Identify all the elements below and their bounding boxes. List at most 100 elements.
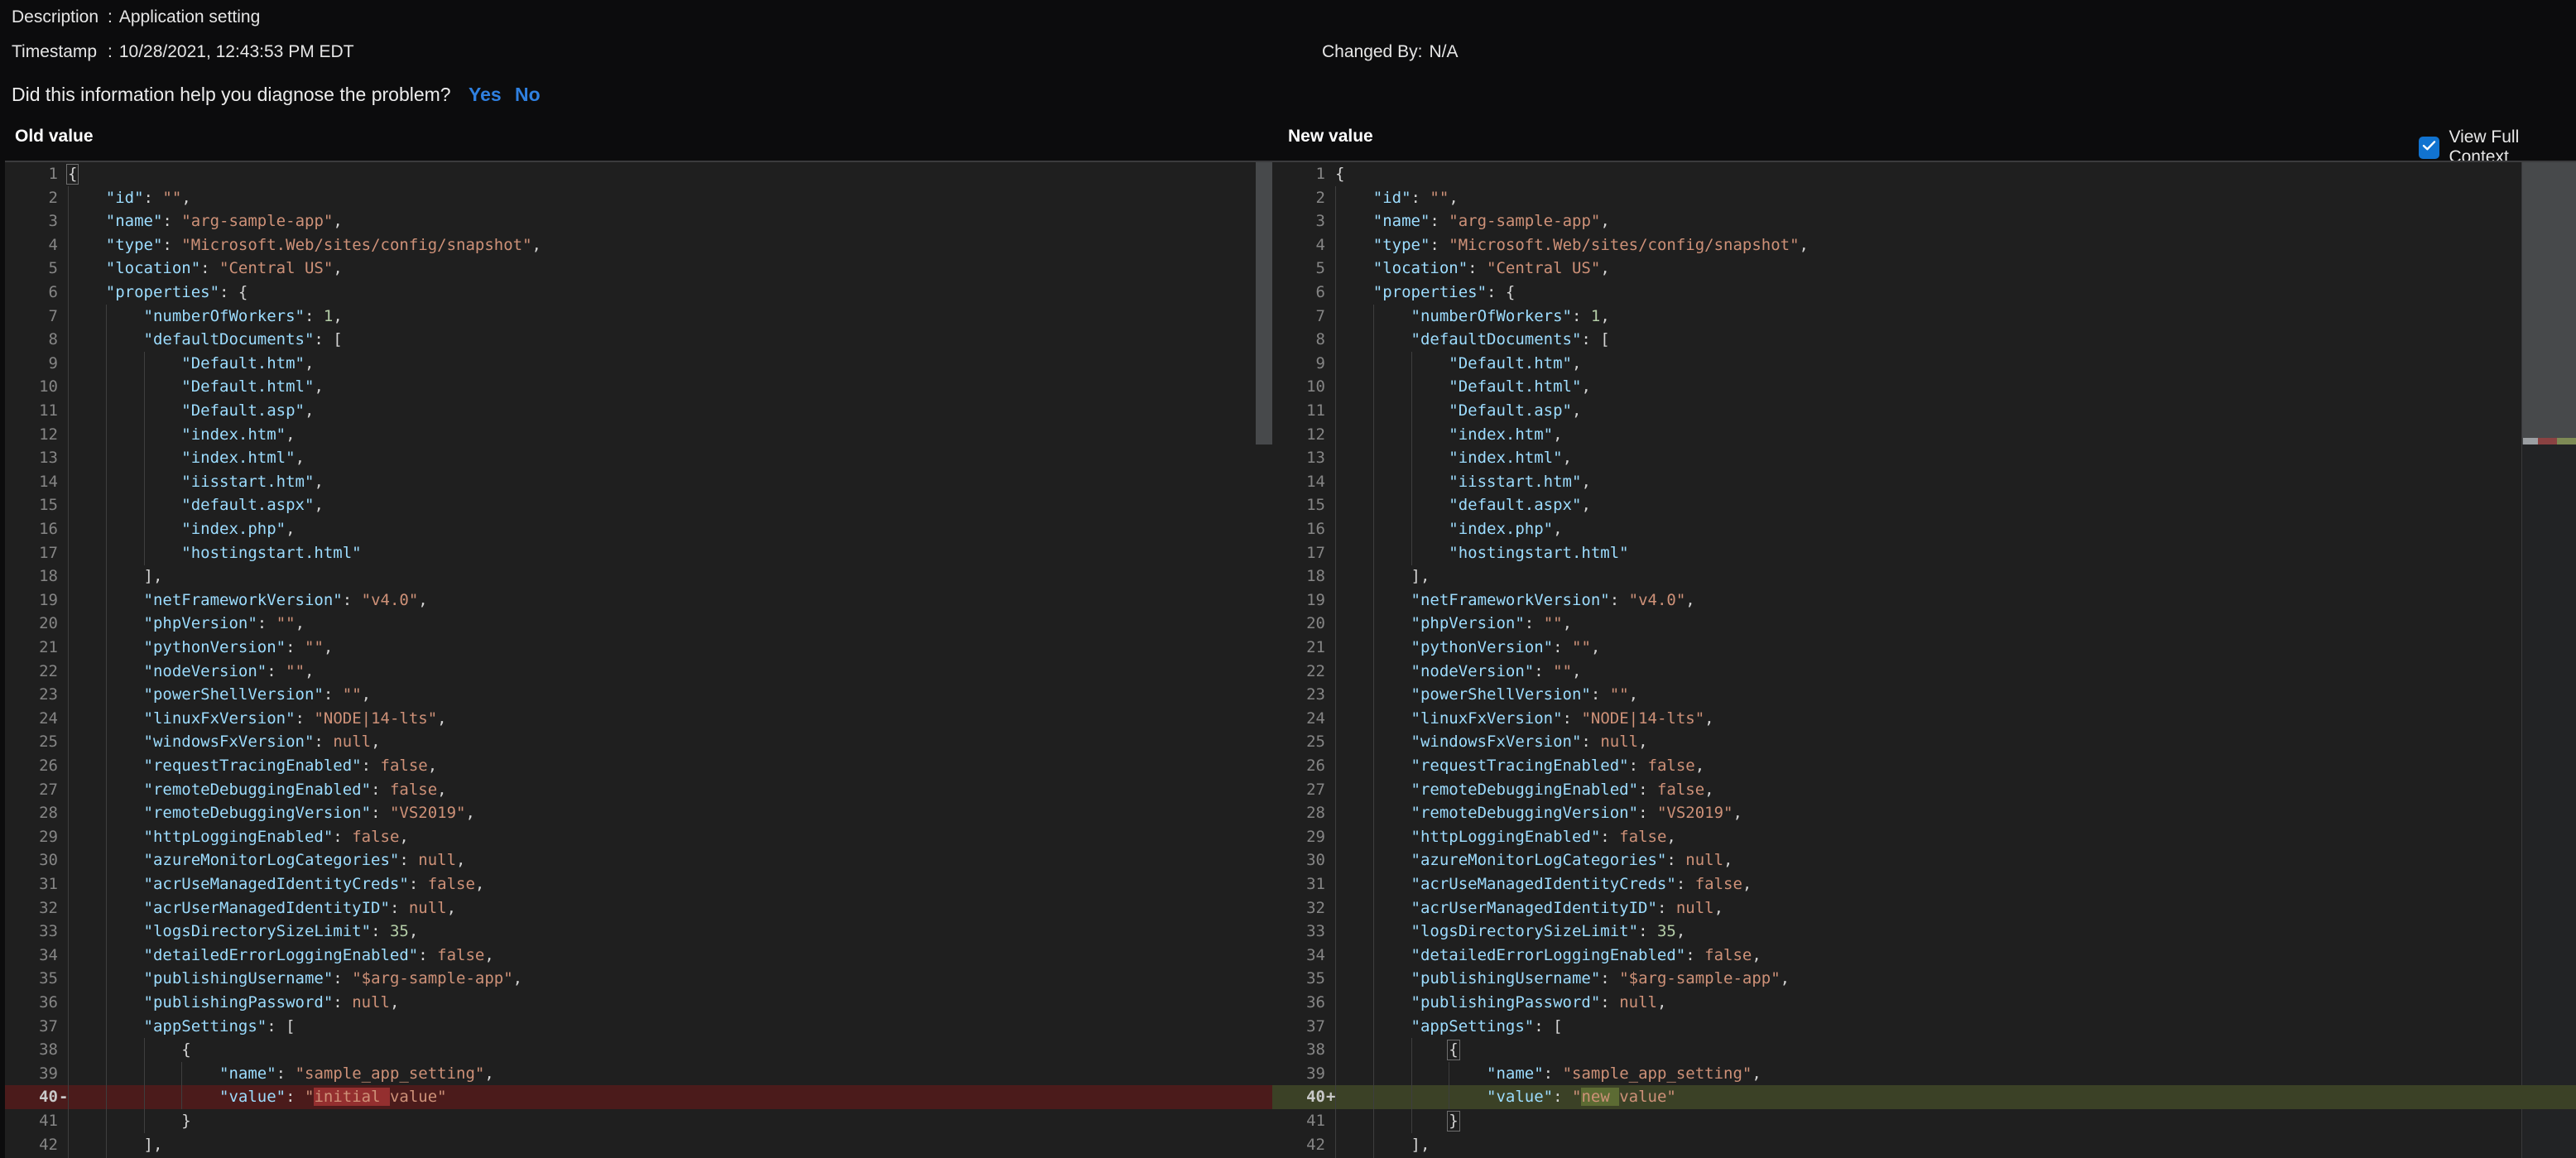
code-text: "properties": { — [1335, 281, 1515, 305]
code-text: "value": "new value" — [1335, 1085, 1676, 1109]
change-analysis-diff-view: { "meta": { "description": { "label": "D… — [0, 0, 2576, 1158]
code-line: 32 "acrUserManagedIdentityID": null, — [5, 896, 1272, 920]
line-number: 17 — [5, 541, 58, 565]
code-line: 24 "linuxFxVersion": "NODE|14-lts", — [1272, 707, 2576, 731]
code-text: "index.htm", — [68, 423, 296, 447]
removed-line-sign: - — [59, 1085, 68, 1109]
code-text: "defaultDocuments": [ — [1335, 328, 1610, 352]
code-line: 16 "index.php", — [5, 517, 1272, 541]
line-number: 29 — [5, 825, 58, 849]
line-number: 1 — [1272, 162, 1325, 186]
code-text: "location": "Central US", — [68, 257, 343, 281]
code-line: 16 "index.php", — [1272, 517, 2576, 541]
code-text: "nodeVersion": "", — [68, 660, 314, 684]
line-number: 5 — [5, 257, 58, 281]
code-line: 38 { — [1272, 1038, 2576, 1062]
line-number: 7 — [5, 305, 58, 329]
timestamp-value: 10/28/2021, 12:43:53 PM EDT — [119, 42, 354, 61]
view-full-context-checkbox[interactable] — [2419, 137, 2439, 159]
code-line: 38 { — [5, 1038, 1272, 1062]
code-text: "acrUserManagedIdentityID": null, — [68, 896, 456, 920]
code-line: 29 "httpLoggingEnabled": false, — [5, 825, 1272, 849]
code-text: "netFrameworkVersion": "v4.0", — [68, 589, 428, 613]
line-number: 37 — [1272, 1015, 1325, 1039]
code-line: 28 "remoteDebuggingVersion": "VS2019", — [1272, 801, 2576, 825]
code-line: 24 "linuxFxVersion": "NODE|14-lts", — [5, 707, 1272, 731]
changed-text: initial — [314, 1088, 390, 1106]
code-text: "pythonVersion": "", — [1335, 636, 1600, 660]
code-line: 4 "type": "Microsoft.Web/sites/config/sn… — [1272, 233, 2576, 257]
old-value-editor-pane[interactable]: 1{2 "id": "",3 "name": "arg-sample-app",… — [5, 162, 1272, 1158]
line-number: 19 — [1272, 589, 1325, 613]
code-text: "remoteDebuggingVersion": "VS2019", — [1335, 801, 1742, 825]
code-line: 29 "httpLoggingEnabled": false, — [1272, 825, 2576, 849]
code-line: 19 "netFrameworkVersion": "v4.0", — [5, 589, 1272, 613]
line-number: 22 — [1272, 660, 1325, 684]
code-text: "index.php", — [1335, 517, 1563, 541]
line-number: 14 — [1272, 470, 1325, 494]
code-line: 4 "type": "Microsoft.Web/sites/config/sn… — [5, 233, 1272, 257]
code-line: 23 "powerShellVersion": "", — [1272, 683, 2576, 707]
code-line: 5 "location": "Central US", — [5, 257, 1272, 281]
line-number: 10 — [5, 375, 58, 399]
code-text: ], — [1335, 565, 1430, 589]
line-number: 42 — [5, 1133, 58, 1157]
code-line: 25 "windowsFxVersion": null, — [1272, 730, 2576, 754]
timestamp-row: Timestamp:10/28/2021, 12:43:53 PM EDT — [12, 42, 354, 62]
code-line: 30 "azureMonitorLogCategories": null, — [5, 848, 1272, 872]
line-number: 19 — [5, 589, 58, 613]
code-line: 10 "Default.html", — [1272, 375, 2576, 399]
code-line: 7 "numberOfWorkers": 1, — [5, 305, 1272, 329]
changed-by-row: Changed By:N/A — [1322, 42, 1458, 62]
line-number: 32 — [1272, 896, 1325, 920]
line-number: 34 — [5, 944, 58, 968]
line-number: 13 — [5, 446, 58, 470]
bracket-match-box — [66, 164, 79, 185]
line-number: 13 — [1272, 446, 1325, 470]
code-line: 27 "remoteDebuggingEnabled": false, — [5, 778, 1272, 802]
code-text: "remoteDebuggingEnabled": false, — [68, 778, 447, 802]
code-text: "hostingstart.html" — [1335, 541, 1629, 565]
code-text: "Default.html", — [1335, 375, 1591, 399]
code-text: "numberOfWorkers": 1, — [68, 305, 343, 329]
code-text: "logsDirectorySizeLimit": 35, — [68, 920, 418, 944]
line-number: 11 — [5, 399, 58, 423]
line-number: 3 — [1272, 209, 1325, 233]
code-text: "Default.asp", — [68, 399, 314, 423]
code-line: 12 "index.htm", — [1272, 423, 2576, 447]
code-line: 40+ "value": "new value" — [1272, 1085, 2576, 1109]
code-line: 42 ], — [5, 1133, 1272, 1157]
line-number: 30 — [1272, 848, 1325, 872]
code-line: 20 "phpVersion": "", — [1272, 612, 2576, 636]
timestamp-label: Timestamp — [12, 42, 108, 62]
code-text: "detailedErrorLoggingEnabled": false, — [1335, 944, 1761, 968]
line-number: 40 — [5, 1085, 58, 1109]
code-text: "appSettings": [ — [1335, 1015, 1563, 1039]
code-line: 37 "appSettings": [ — [5, 1015, 1272, 1039]
code-line: 31 "acrUseManagedIdentityCreds": false, — [1272, 872, 2576, 896]
line-number: 22 — [5, 660, 58, 684]
code-line: 26 "requestTracingEnabled": false, — [5, 754, 1272, 778]
code-line: 21 "pythonVersion": "", — [1272, 636, 2576, 660]
code-text: "phpVersion": "", — [1335, 612, 1572, 636]
line-number: 42 — [1272, 1133, 1325, 1157]
code-line: 31 "acrUseManagedIdentityCreds": false, — [5, 872, 1272, 896]
code-text: "default.aspx", — [1335, 493, 1591, 517]
feedback-yes-link[interactable]: Yes — [469, 84, 502, 106]
feedback-no-link[interactable]: No — [515, 84, 541, 106]
line-number: 16 — [1272, 517, 1325, 541]
code-text: "defaultDocuments": [ — [68, 328, 343, 352]
code-text: "windowsFxVersion": null, — [1335, 730, 1648, 754]
code-text: "azureMonitorLogCategories": null, — [1335, 848, 1733, 872]
code-text: "Default.asp", — [1335, 399, 1581, 423]
code-text: "name": "arg-sample-app", — [1335, 209, 1610, 233]
line-number: 37 — [5, 1015, 58, 1039]
description-row: Description:Application setting — [12, 7, 260, 27]
code-text: "default.aspx", — [68, 493, 324, 517]
line-number: 38 — [1272, 1038, 1325, 1062]
code-text: "acrUseManagedIdentityCreds": false, — [1335, 872, 1752, 896]
code-text: ], — [68, 565, 162, 589]
line-number: 16 — [5, 517, 58, 541]
new-value-editor-pane[interactable]: 1{2 "id": "",3 "name": "arg-sample-app",… — [1272, 162, 2576, 1158]
code-line: 8 "defaultDocuments": [ — [5, 328, 1272, 352]
